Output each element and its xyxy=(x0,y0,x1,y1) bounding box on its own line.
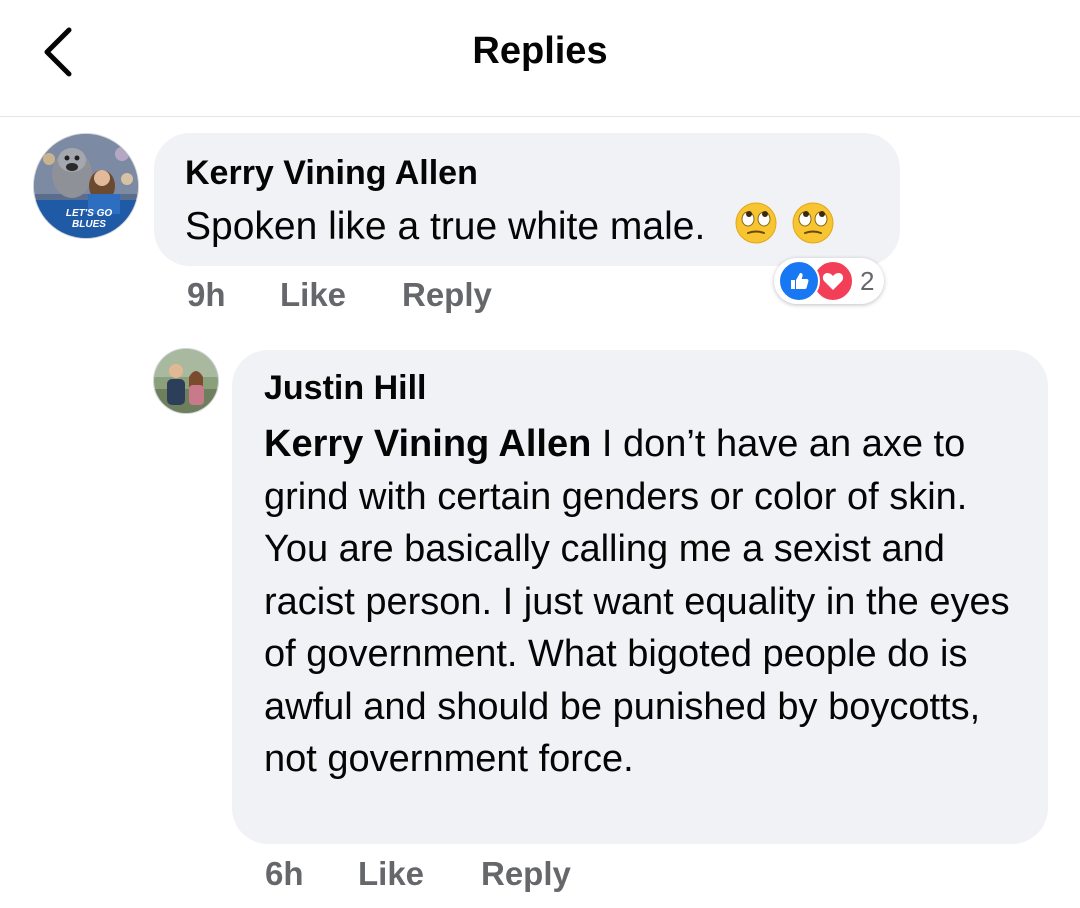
reactions-summary[interactable]: 2 xyxy=(774,258,885,304)
comment-text: Spoken like a true white male. xyxy=(185,201,835,249)
reply-button[interactable]: Reply xyxy=(402,276,492,314)
comment-timestamp: 6h xyxy=(265,855,304,892)
like-button[interactable]: Like xyxy=(358,855,424,893)
reply-button[interactable]: Reply xyxy=(481,855,571,893)
comment-text: Kerry Vining Allen I don’t have an axe t… xyxy=(264,418,1024,786)
reaction-count: 2 xyxy=(860,265,875,296)
comment-timestamp: 9h xyxy=(187,276,226,313)
page-title: Replies xyxy=(472,30,608,72)
comment-author[interactable]: Kerry Vining Allen xyxy=(185,154,478,193)
mention-link[interactable]: Kerry Vining Allen xyxy=(264,423,591,465)
comment-body: I don’t have an axe to grind with certai… xyxy=(264,423,1010,780)
profile-photo xyxy=(154,349,218,413)
rolling-eyes-emoji-icon xyxy=(792,202,834,244)
comment-body: Spoken like a true white male. xyxy=(185,205,706,248)
rolling-eyes-emoji-icon xyxy=(735,202,777,244)
like-button[interactable]: Like xyxy=(280,276,346,314)
avatar[interactable] xyxy=(153,348,219,414)
top-bar: Replies xyxy=(0,0,1080,117)
like-reaction-icon xyxy=(778,260,820,302)
avatar-caption: LET'S GO BLUES xyxy=(65,208,113,230)
comment-author[interactable]: Justin Hill xyxy=(264,369,426,408)
avatar[interactable]: LET'S GO BLUES xyxy=(33,133,139,239)
